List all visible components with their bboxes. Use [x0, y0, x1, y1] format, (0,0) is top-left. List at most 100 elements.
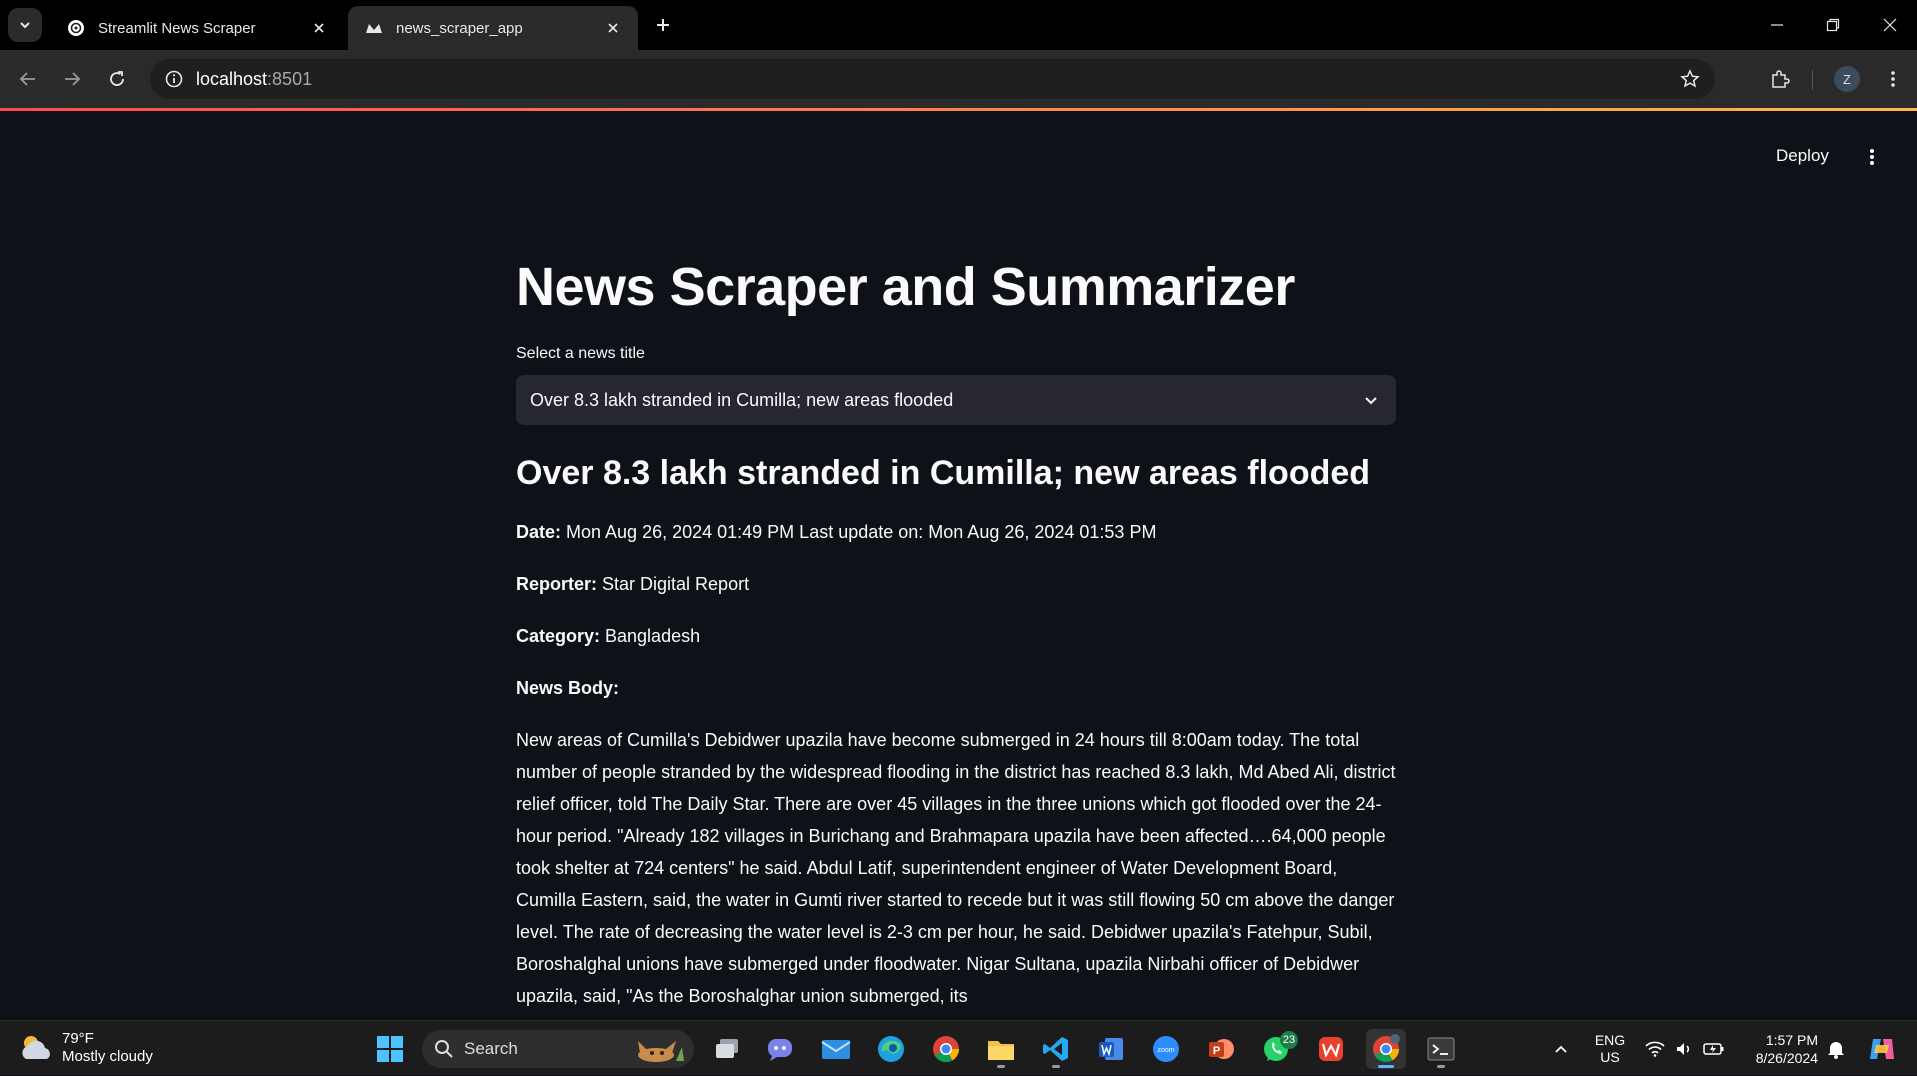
bookmark-star-icon[interactable]	[1675, 64, 1705, 94]
toolbar-separator	[1812, 70, 1813, 90]
svg-text:P: P	[1213, 1045, 1220, 1057]
svg-text:zoom: zoom	[1157, 1047, 1174, 1054]
taskbar-search[interactable]: Search	[422, 1030, 694, 1068]
wifi-icon	[1645, 1041, 1665, 1057]
weather-desc: Mostly cloudy	[62, 1048, 153, 1065]
battery-icon	[1703, 1042, 1724, 1055]
folder-icon	[988, 1041, 1014, 1060]
word-button[interactable]	[1091, 1029, 1131, 1069]
teams-chat-button[interactable]	[760, 1029, 800, 1069]
close-icon	[1883, 18, 1897, 32]
edge-browser-icon	[878, 1036, 904, 1062]
system-tray-status[interactable]	[1645, 1021, 1725, 1076]
wps-office-button[interactable]	[1311, 1029, 1351, 1069]
minimize-button[interactable]	[1757, 10, 1797, 40]
kebab-menu-icon	[1870, 149, 1874, 165]
weather-widget[interactable]: 79°F Mostly cloudy	[18, 1030, 153, 1066]
close-window-button[interactable]	[1870, 10, 1910, 40]
active-indicator	[1378, 1065, 1394, 1068]
site-info-icon[interactable]	[154, 59, 194, 99]
article-body-label: News Body:	[516, 678, 619, 699]
streamlit-header-decoration	[0, 108, 1917, 111]
category-label: Category:	[516, 626, 601, 646]
profile-avatar[interactable]: Z	[1834, 66, 1860, 92]
page-title: News Scraper and Summarizer	[516, 257, 1295, 317]
whatsapp-button[interactable]: 23	[1256, 1029, 1298, 1069]
windows-logo-icon	[377, 1036, 403, 1062]
search-icon	[435, 1040, 453, 1058]
browser-tab-strip: Streamlit News Scraper news_scraper_app	[0, 0, 1917, 50]
terminal-button[interactable]	[1421, 1029, 1461, 1069]
show-hidden-icons-button[interactable]	[1541, 1029, 1581, 1069]
chevron-up-icon	[1555, 1045, 1567, 1053]
mail-icon	[821, 1040, 851, 1059]
streamlit-favicon-icon	[364, 18, 384, 38]
tab-search-button[interactable]	[8, 8, 42, 42]
file-explorer-button[interactable]	[981, 1029, 1021, 1069]
cloudy-weather-icon	[22, 1036, 50, 1059]
reload-button[interactable]	[101, 63, 133, 95]
close-tab-icon[interactable]	[602, 17, 624, 39]
word-icon	[1099, 1038, 1123, 1060]
task-view-button[interactable]	[707, 1029, 747, 1069]
copilot-icon	[1870, 1039, 1894, 1059]
forward-button[interactable]	[56, 63, 88, 95]
chat-icon	[768, 1039, 792, 1061]
notifications-button[interactable]	[1816, 1029, 1856, 1069]
vscode-icon	[1043, 1037, 1068, 1061]
plus-icon	[657, 19, 669, 31]
edge-button[interactable]	[871, 1029, 911, 1069]
copilot-button[interactable]	[1862, 1029, 1902, 1069]
reporter-value: Star Digital Report	[597, 574, 750, 594]
restore-button[interactable]	[1813, 10, 1853, 40]
article-heading: Over 8.3 lakh stranded in Cumilla; new a…	[516, 454, 1371, 492]
mail-button[interactable]	[816, 1029, 856, 1069]
tab-title: Streamlit News Scraper	[98, 19, 256, 37]
chrome-profile-button[interactable]	[1366, 1029, 1406, 1069]
arrow-left-icon	[19, 72, 35, 86]
restore-icon	[1826, 18, 1840, 32]
article-body: New areas of Cumilla's Debidwer upazila …	[516, 730, 1396, 1006]
search-label: Search	[464, 1039, 518, 1058]
article-category: Category: Bangladesh	[516, 626, 700, 647]
browser-menu-button[interactable]	[1878, 63, 1908, 95]
date-value: Mon Aug 26, 2024 01:49 PM Last update on…	[561, 522, 1157, 542]
tab-news-scraper-app[interactable]: news_scraper_app	[348, 6, 638, 50]
lang-secondary: US	[1600, 1048, 1620, 1065]
url-text: localhost:8501	[196, 69, 312, 90]
chrome-icon	[1373, 1034, 1400, 1063]
deploy-button[interactable]: Deploy	[1770, 142, 1835, 170]
kebab-menu-icon	[1891, 71, 1895, 87]
address-bar[interactable]: localhost:8501	[150, 59, 1715, 99]
chrome-button[interactable]	[926, 1029, 966, 1069]
reload-icon	[110, 71, 124, 86]
back-button[interactable]	[12, 63, 44, 95]
notification-badge: 23	[1280, 1031, 1298, 1049]
powerpoint-button[interactable]: P	[1201, 1029, 1241, 1069]
close-tab-icon[interactable]	[308, 17, 330, 39]
news-title-select[interactable]: Over 8.3 lakh stranded in Cumilla; new a…	[516, 375, 1396, 425]
start-button[interactable]	[370, 1029, 410, 1069]
app-main-menu-button[interactable]	[1860, 142, 1884, 172]
vscode-button[interactable]	[1036, 1029, 1076, 1069]
puzzle-icon	[1772, 70, 1790, 88]
clock-date: 8/26/2024	[1755, 1049, 1818, 1066]
date-label: Date:	[516, 522, 562, 542]
zoom-icon: zoom	[1153, 1036, 1179, 1062]
weather-temp: 79°F	[62, 1030, 94, 1047]
clock[interactable]: 1:57 PM 8/26/2024	[1744, 1021, 1818, 1076]
browser-toolbar: localhost:8501 Z	[0, 50, 1917, 108]
volume-icon	[1677, 1042, 1690, 1055]
bell-icon	[1828, 1042, 1844, 1059]
task-view-icon	[716, 1039, 738, 1058]
arrow-right-icon	[65, 72, 81, 86]
category-value: Bangladesh	[600, 626, 701, 646]
powerpoint-icon: P	[1209, 1039, 1234, 1059]
input-language-indicator[interactable]: ENG US	[1592, 1021, 1628, 1076]
extensions-button[interactable]	[1764, 63, 1796, 95]
zoom-button[interactable]: zoom	[1146, 1029, 1186, 1069]
tab-streamlit-news-scraper[interactable]: Streamlit News Scraper	[50, 6, 344, 50]
new-tab-button[interactable]	[650, 12, 676, 38]
openai-favicon-icon	[66, 18, 86, 38]
running-indicator	[1437, 1065, 1445, 1068]
